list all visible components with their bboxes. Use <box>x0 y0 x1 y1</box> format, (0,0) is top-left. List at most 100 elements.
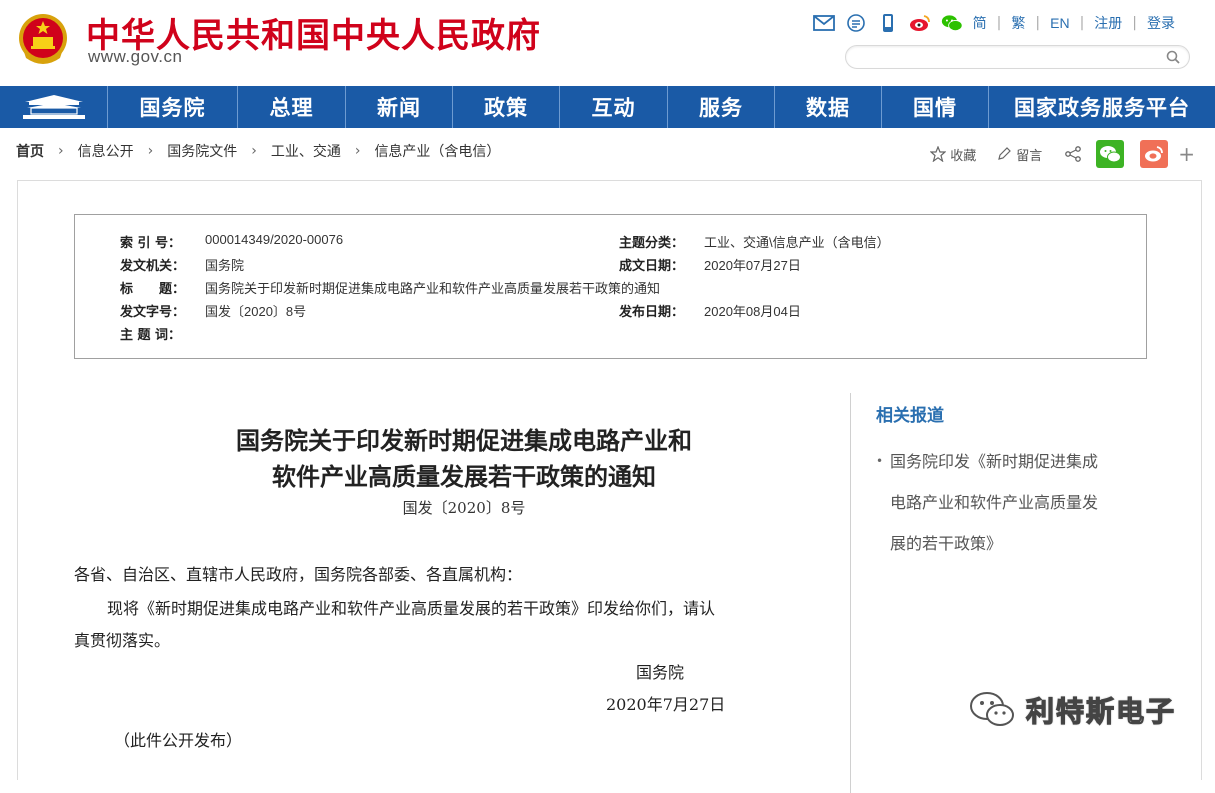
nav-item-premier[interactable]: 总理 <box>238 86 346 128</box>
tiananmen-icon <box>22 95 85 119</box>
related-link-line: 国务院印发《新时期促进集成 <box>890 452 1099 471</box>
nav-item-policy[interactable]: 政策 <box>453 86 560 128</box>
article-signer: 国务院 <box>636 663 685 682</box>
top-links: 简 | 繁 | EN | 注册 | 登录 <box>812 12 1175 34</box>
watermark-text: 利特斯电子 <box>1025 694 1177 728</box>
more-share-button[interactable]: + <box>1178 142 1195 166</box>
search-box <box>845 45 1190 69</box>
meta-written-date: 成文日期： 2020年07月27日 <box>619 255 801 274</box>
related-reports-title: 相关报道 <box>876 406 944 426</box>
site-url[interactable]: www.gov.cn <box>88 47 182 67</box>
meta-label: 成文日期： <box>619 259 685 274</box>
article-title: 国务院关于印发新时期促进集成电路产业和 软件产业高质量发展若干政策的通知 <box>74 423 854 495</box>
breadcrumb-industry-transport[interactable]: 工业、交通 <box>271 141 341 161</box>
bullet-icon: • <box>876 454 884 468</box>
separator: | <box>996 15 1002 31</box>
mobile-icon[interactable] <box>877 12 899 34</box>
nav-home[interactable] <box>0 86 108 128</box>
english-link[interactable]: EN <box>1050 15 1069 31</box>
meta-label: 发文字号： <box>120 305 186 320</box>
site-header: 中华人民共和国中央人民政府 www.gov.cn 简 | 繁 | EN | 注册… <box>0 0 1215 86</box>
meta-value: 国发〔2020〕8号 <box>205 304 307 319</box>
related-link-line: 电路产业和软件产业高质量发 <box>890 493 1099 512</box>
separator: | <box>1035 15 1041 31</box>
mail-icon[interactable] <box>812 12 835 34</box>
meta-issuer: 发文机关： 国务院 <box>120 255 244 274</box>
pencil-icon <box>998 147 1012 160</box>
article-salutation: 各省、自治区、直辖市人民政府，国务院各部委、各直属机构： <box>74 565 523 584</box>
meta-label: 主 题 词： <box>120 328 182 343</box>
breadcrumb-state-council-docs[interactable]: 国务院文件 <box>167 141 237 161</box>
meta-value: 国务院关于印发新时期促进集成电路产业和软件产业高质量发展若干政策的通知 <box>205 281 661 296</box>
meta-publish-date: 发布日期： 2020年08月04日 <box>619 301 801 320</box>
meta-value: 工业、交通\信息产业（含电信） <box>704 235 890 250</box>
comment-button[interactable]: 留言 <box>996 145 1042 164</box>
article-title-line: 软件产业高质量发展若干政策的通知 <box>272 462 656 491</box>
nav-item-service-platform[interactable]: 国家政务服务平台 <box>989 86 1215 128</box>
article-tools: 收藏 留言 + <box>930 140 1195 168</box>
simplified-chinese-link[interactable]: 简 <box>973 13 987 33</box>
search-icon[interactable] <box>1165 49 1181 65</box>
breadcrumb-home[interactable]: 首页 <box>16 141 44 161</box>
rss-icon[interactable] <box>845 12 867 34</box>
related-report-link[interactable]: • 国务院印发《新时期促进集成 电路产业和软件产业高质量发 展的若干政策》 <box>876 441 1146 564</box>
share-wechat-button[interactable] <box>1096 140 1125 168</box>
article-paragraph-line: 真贯彻落实。 <box>74 631 171 650</box>
meta-value: 000014349/2020-00076 <box>205 232 344 247</box>
article-doc-number: 国发〔2020〕8号 <box>402 499 526 517</box>
meta-category: 主题分类： 工业、交通\信息产业（含电信） <box>619 232 890 251</box>
nav-item-data[interactable]: 数据 <box>775 86 882 128</box>
chevron-right-icon: › <box>58 143 64 159</box>
meta-doc-no: 发文字号： 国发〔2020〕8号 <box>120 301 306 320</box>
share-icon <box>1065 146 1082 162</box>
national-emblem-icon[interactable] <box>16 12 70 68</box>
share-button[interactable] <box>1064 145 1082 163</box>
main-nav: 国务院 总理 新闻 政策 互动 服务 数据 国情 国家政务服务平台 <box>0 86 1215 128</box>
chevron-right-icon: › <box>147 143 154 159</box>
wechat-watermark-icon <box>970 692 1014 726</box>
search-input[interactable] <box>846 46 1156 68</box>
wechat-icon[interactable] <box>941 12 963 34</box>
wechat-icon <box>1100 146 1122 163</box>
meta-keywords: 主 题 词： <box>120 324 205 343</box>
breadcrumb-info-industry[interactable]: 信息产业（含电信） <box>374 141 500 161</box>
login-link[interactable]: 登录 <box>1147 13 1175 33</box>
article-publication-note: （此件公开发布） <box>114 731 243 750</box>
meta-label: 发文机关： <box>120 259 186 274</box>
nav-item-state-council[interactable]: 国务院 <box>108 86 238 128</box>
nav-item-news[interactable]: 新闻 <box>346 86 453 128</box>
article-paragraph-line: 现将《新时期促进集成电路产业和软件产业高质量发展的若干政策》印发给你们，请认 <box>107 599 716 618</box>
weibo-icon[interactable] <box>909 12 931 34</box>
separator: | <box>1132 15 1137 31</box>
related-link-line: 展的若干政策》 <box>890 534 1003 553</box>
separator: | <box>1079 15 1085 31</box>
nav-item-services[interactable]: 服务 <box>668 86 775 128</box>
article-sign-date: 2020年7月27日 <box>606 695 726 714</box>
column-divider <box>850 393 851 793</box>
favorite-button[interactable]: 收藏 <box>930 145 976 164</box>
breadcrumb: 首页 › 信息公开 › 国务院文件 › 工业、交通 › 信息产业（含电信） <box>16 141 500 161</box>
article-title-line: 国务院关于印发新时期促进集成电路产业和 <box>236 426 692 455</box>
share-weibo-button[interactable] <box>1140 140 1169 168</box>
document-meta-table: 索 引 号： 000014349/2020-00076 主题分类： 工业、交通\… <box>74 214 1147 359</box>
chevron-right-icon: › <box>354 143 361 159</box>
meta-value: 2020年07月27日 <box>704 258 801 273</box>
favorite-label: 收藏 <box>950 148 977 164</box>
meta-index-no: 索 引 号： 000014349/2020-00076 <box>120 232 343 251</box>
breadcrumb-info-disclosure[interactable]: 信息公开 <box>78 141 134 161</box>
meta-value: 2020年08月04日 <box>704 304 801 319</box>
nav-item-interaction[interactable]: 互动 <box>560 86 668 128</box>
weibo-icon <box>1145 146 1164 162</box>
nav-item-national-info[interactable]: 国情 <box>882 86 989 128</box>
meta-label: 发布日期： <box>619 305 685 320</box>
meta-value: 国务院 <box>205 258 245 273</box>
star-icon <box>930 146 947 162</box>
register-link[interactable]: 注册 <box>1094 13 1122 33</box>
meta-label: 标 题： <box>120 282 186 297</box>
related-reports: 相关报道 • 国务院印发《新时期促进集成 电路产业和软件产业高质量发 展的若干政… <box>876 401 1146 553</box>
comment-label: 留言 <box>1016 148 1043 164</box>
traditional-chinese-link[interactable]: 繁 <box>1011 13 1025 33</box>
meta-title: 标 题： 国务院关于印发新时期促进集成电路产业和软件产业高质量发展若干政策的通知 <box>120 278 660 297</box>
meta-label: 主题分类： <box>619 236 685 251</box>
chevron-right-icon: › <box>251 143 257 159</box>
